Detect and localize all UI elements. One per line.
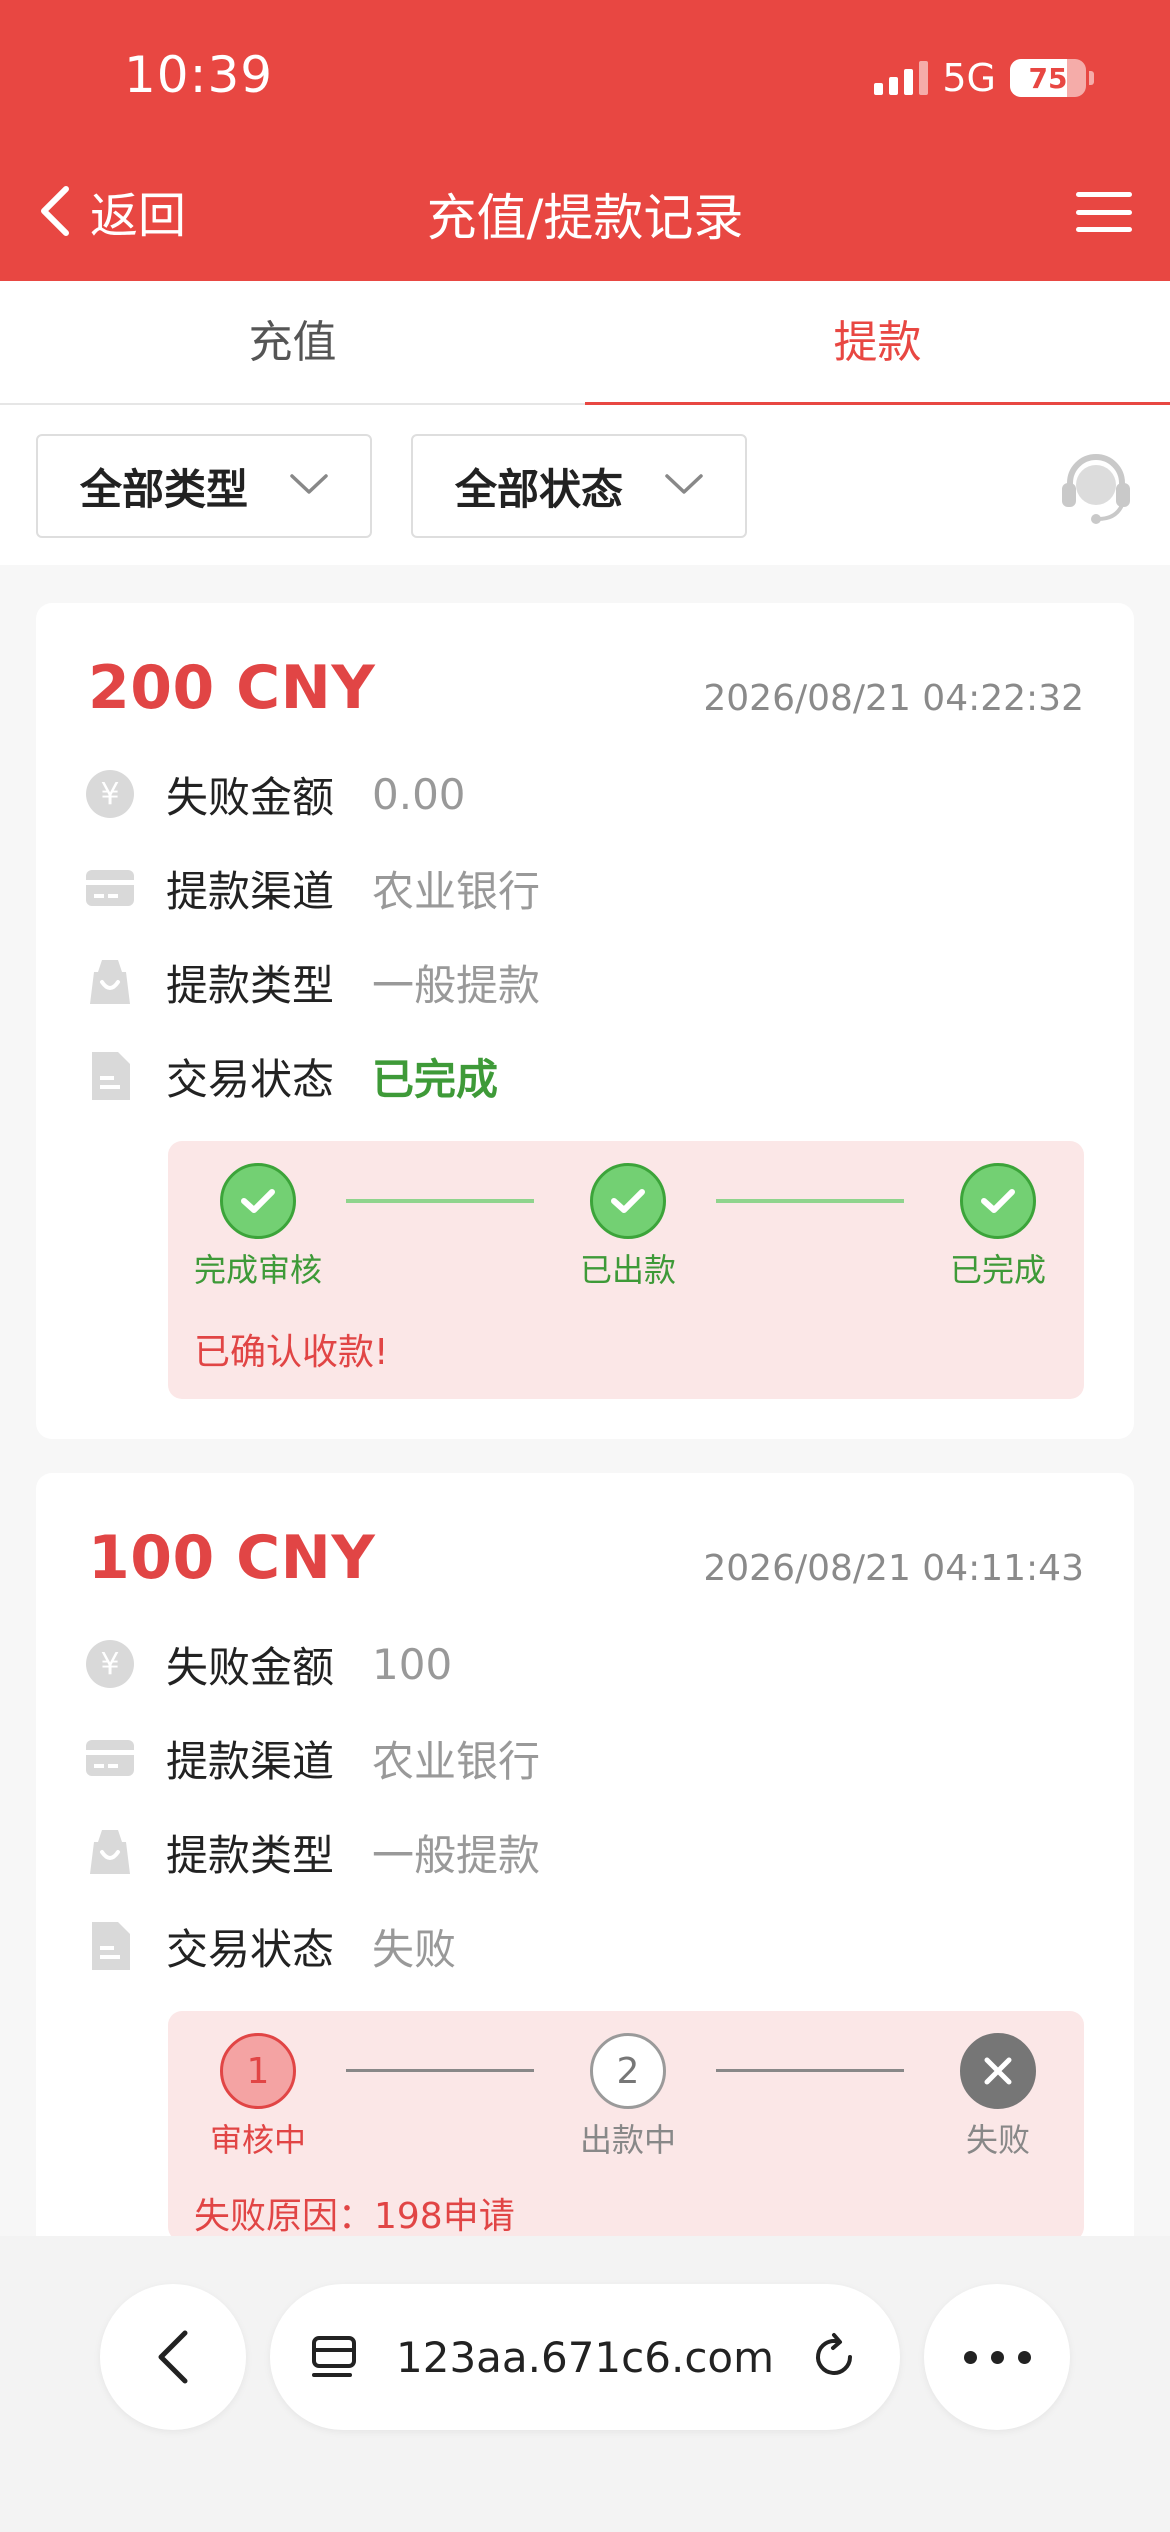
back-button[interactable]: 返回 xyxy=(36,176,186,246)
progress-connector xyxy=(716,1199,904,1203)
check-icon xyxy=(960,1163,1036,1239)
card-icon xyxy=(86,870,134,906)
chevron-down-icon xyxy=(290,474,328,494)
yen-icon: ¥ xyxy=(86,770,134,818)
progress-step: 2 出款中 xyxy=(558,2033,698,2161)
field-label: 提款渠道 xyxy=(166,866,335,916)
record-card: 100 CNY 2026/08/21 04:11:43 ¥ 失败金额 100 提… xyxy=(36,1473,1134,2273)
status-value: 失败 xyxy=(372,1924,457,1974)
step-label: 审核中 xyxy=(209,2121,306,2159)
field-channel: 提款渠道 农业银行 xyxy=(84,853,540,923)
field-label: 提款类型 xyxy=(166,960,335,1010)
status-indicators: 5G 75 xyxy=(874,56,1094,100)
progress-panel: 完成审核 已出款 已完成 已确认收款! xyxy=(168,1141,1084,1399)
type-filter-label: 全部类型 xyxy=(80,464,249,514)
progress-step: 完成审核 xyxy=(188,1163,328,1291)
step-label: 完成审核 xyxy=(193,1251,322,1289)
progress-connector xyxy=(346,1199,534,1203)
url-text[interactable]: 123aa.671c6.com xyxy=(396,2333,808,2382)
network-type: 5G xyxy=(942,56,996,100)
progress-message: 已确认收款! xyxy=(194,1332,389,1373)
progress-connector xyxy=(716,2069,904,2072)
status-filter-label: 全部状态 xyxy=(455,464,624,514)
tabs-icon[interactable] xyxy=(310,2332,360,2382)
yen-icon: ¥ xyxy=(86,1640,134,1688)
field-value: 100 xyxy=(372,1639,453,1689)
close-icon xyxy=(960,2033,1036,2109)
record-datetime: 2026/08/21 04:11:43 xyxy=(703,1548,1084,1589)
filter-bar: 全部类型 全部状态 xyxy=(0,405,1170,565)
step-label: 已完成 xyxy=(949,1251,1046,1289)
field-value: 一般提款 xyxy=(372,1830,541,1880)
app-header: 10:39 5G 75 返回 充值/提款记录 xyxy=(0,0,1170,281)
record-amount: 200 CNY xyxy=(88,653,376,723)
chevron-left-icon xyxy=(41,186,69,236)
step-label: 已出款 xyxy=(579,1251,676,1289)
browser-back-button[interactable] xyxy=(100,2284,246,2430)
field-failed-amount: ¥ 失败金额 0.00 xyxy=(84,759,466,829)
step-number: 2 xyxy=(590,2033,666,2109)
status-filter-dropdown[interactable]: 全部状态 xyxy=(411,434,747,538)
address-bar[interactable]: 123aa.671c6.com xyxy=(270,2284,900,2430)
menu-icon[interactable] xyxy=(1076,192,1132,232)
tab-bar: 充值 提款 xyxy=(0,281,1170,405)
step-number: 1 xyxy=(220,2033,296,2109)
field-withdraw-type: 提款类型 一般提款 xyxy=(84,947,540,1017)
type-filter-dropdown[interactable]: 全部类型 xyxy=(36,434,372,538)
tab-withdraw[interactable]: 提款 xyxy=(585,281,1170,405)
progress-step: 已完成 xyxy=(928,1163,1068,1291)
status-value: 已完成 xyxy=(372,1054,499,1104)
record-amount: 100 CNY xyxy=(88,1523,376,1593)
field-value: 农业银行 xyxy=(372,1736,541,1786)
signal-icon xyxy=(874,61,929,95)
progress-step: 已出款 xyxy=(558,1163,698,1291)
field-value: 一般提款 xyxy=(372,960,541,1010)
failure-reason: 失败原因：198申请 xyxy=(194,2196,515,2237)
field-label: 交易状态 xyxy=(166,1054,335,1104)
svg-text:¥: ¥ xyxy=(100,1647,119,1682)
card-icon xyxy=(86,1740,134,1776)
field-label: 失败金额 xyxy=(166,1642,335,1692)
field-transaction-status: 交易状态 失败 xyxy=(84,1911,456,1981)
bag-icon xyxy=(90,960,130,1004)
chevron-down-icon xyxy=(665,474,703,494)
field-failed-amount: ¥ 失败金额 100 xyxy=(84,1629,452,1699)
step-label: 失败 xyxy=(965,2121,1030,2159)
progress-step: 失败 xyxy=(928,2033,1068,2161)
document-icon xyxy=(92,1922,130,1970)
record-datetime: 2026/08/21 04:22:32 xyxy=(703,678,1084,719)
field-value: 农业银行 xyxy=(372,866,541,916)
tab-deposit[interactable]: 充值 xyxy=(0,281,585,403)
progress-panel: 1 审核中 2 出款中 失败 失败原因：198申请 xyxy=(168,2011,1084,2241)
battery-level: 75 xyxy=(1028,61,1068,95)
document-icon xyxy=(92,1052,130,1100)
back-label: 返回 xyxy=(90,188,187,244)
battery-icon: 75 xyxy=(1010,59,1094,97)
customer-service-icon[interactable] xyxy=(1056,445,1136,525)
more-options-button[interactable] xyxy=(924,2284,1070,2430)
status-time: 10:39 xyxy=(124,46,274,104)
chevron-left-icon xyxy=(158,2330,188,2384)
reload-icon[interactable] xyxy=(808,2331,860,2383)
check-icon xyxy=(220,1163,296,1239)
svg-text:¥: ¥ xyxy=(100,777,119,812)
progress-connector xyxy=(346,2069,534,2072)
bag-icon xyxy=(90,1830,130,1874)
browser-toolbar: 123aa.671c6.com xyxy=(0,2236,1170,2532)
field-channel: 提款渠道 农业银行 xyxy=(84,1723,540,1793)
field-label: 提款类型 xyxy=(166,1830,335,1880)
check-icon xyxy=(590,1163,666,1239)
field-value: 0.00 xyxy=(372,769,466,819)
progress-step: 1 审核中 xyxy=(188,2033,328,2161)
record-card: 200 CNY 2026/08/21 04:22:32 ¥ 失败金额 0.00 … xyxy=(36,603,1134,1439)
field-transaction-status: 交易状态 已完成 xyxy=(84,1041,498,1111)
step-label: 出款中 xyxy=(579,2121,676,2159)
field-label: 提款渠道 xyxy=(166,1736,335,1786)
field-label: 失败金额 xyxy=(166,772,335,822)
field-label: 交易状态 xyxy=(166,1924,335,1974)
field-withdraw-type: 提款类型 一般提款 xyxy=(84,1817,540,1887)
